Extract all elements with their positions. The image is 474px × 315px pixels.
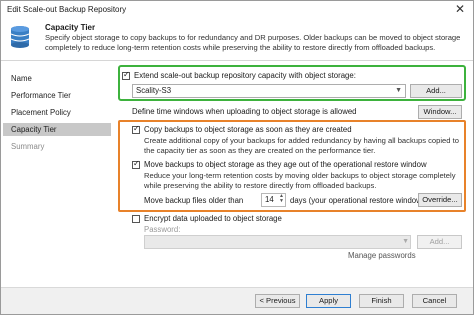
chevron-down-icon: ▼ (395, 87, 402, 94)
move-days-prefix: Move backup files older than (144, 196, 244, 205)
spin-arrows-icon[interactable]: ▲ ▼ (279, 194, 284, 204)
wizard-footer: < Previous Apply Finish Cancel (1, 287, 473, 314)
encrypt-checkbox[interactable] (132, 215, 140, 223)
move-days-suffix: days (your operational restore window) (290, 196, 425, 205)
close-icon[interactable]: ✕ (455, 2, 465, 16)
step-capacity-tier[interactable]: Capacity Tier (3, 123, 111, 136)
encrypt-label: Encrypt data uploaded to object storage (144, 214, 282, 223)
copy-label: Copy backups to object storage as soon a… (144, 125, 352, 134)
copy-description: Create additional copy of your backups f… (144, 136, 459, 155)
wizard-steps: Name Performance Tier Placement Policy C… (1, 62, 113, 286)
page-title: Capacity Tier (45, 23, 96, 32)
add-storage-button[interactable]: Add... (410, 84, 462, 98)
page-description: Specify object storage to copy backups t… (45, 33, 461, 52)
extend-label: Extend scale-out backup repository capac… (134, 71, 356, 80)
window-button[interactable]: Window... (418, 105, 462, 119)
previous-button[interactable]: < Previous (255, 294, 300, 308)
cancel-button[interactable]: Cancel (412, 294, 457, 308)
step-performance-tier[interactable]: Performance Tier (3, 89, 111, 102)
add-password-button: Add... (417, 235, 462, 249)
override-button[interactable]: Override... (418, 193, 462, 207)
step-placement-policy[interactable]: Placement Policy (3, 106, 111, 119)
database-icon (10, 26, 30, 48)
password-label: Password: (144, 225, 181, 234)
password-select: ▼ (144, 235, 411, 249)
copy-checkbox[interactable] (132, 124, 140, 134)
manage-passwords-link[interactable]: Manage passwords (348, 251, 416, 261)
object-storage-value: Scality-S3 (136, 86, 172, 95)
move-checkbox[interactable] (132, 159, 140, 169)
wizard-header: Capacity Tier Specify object storage to … (1, 19, 473, 61)
object-storage-select[interactable]: Scality-S3 ▼ (132, 84, 406, 98)
days-stepper[interactable]: 14 ▲ ▼ (261, 193, 286, 207)
chevron-down-icon: ▼ (402, 238, 409, 245)
move-description: Reduce your long-term retention costs by… (144, 171, 456, 190)
days-value: 14 (265, 195, 274, 204)
step-summary: Summary (11, 142, 45, 151)
dialog-window: Edit Scale-out Backup Repository ✕ Capac… (0, 0, 474, 315)
finish-button[interactable]: Finish (359, 294, 404, 308)
window-title: Edit Scale-out Backup Repository (7, 5, 127, 14)
apply-button[interactable]: Apply (306, 294, 351, 308)
title-bar: Edit Scale-out Backup Repository ✕ (1, 1, 473, 19)
extend-checkbox[interactable] (122, 70, 130, 80)
time-window-label: Define time windows when uploading to ob… (132, 107, 357, 116)
move-label: Move backups to object storage as they a… (144, 160, 427, 169)
step-name[interactable]: Name (3, 72, 111, 85)
